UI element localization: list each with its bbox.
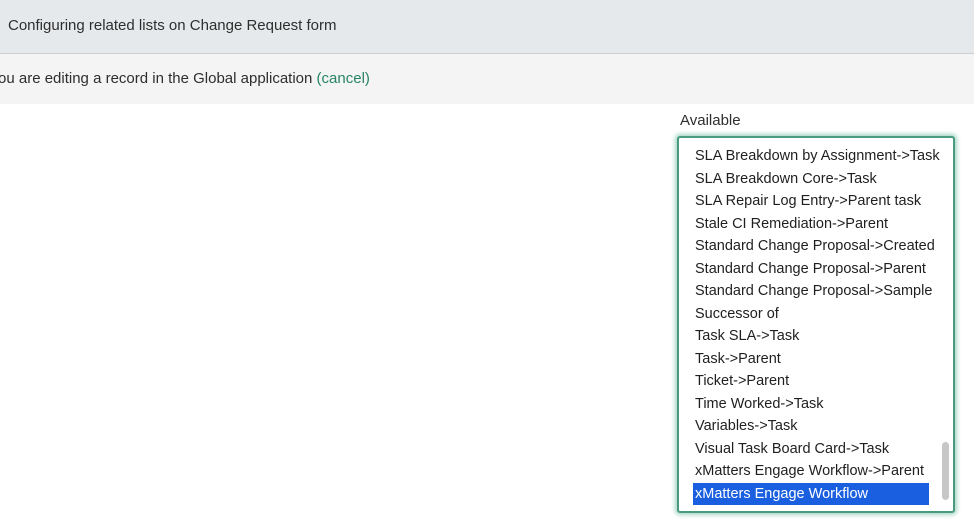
listbox-scrollbar[interactable] (942, 142, 950, 507)
list-item[interactable]: Standard Change Proposal->Created (693, 235, 944, 258)
list-item[interactable]: Ticket->Parent (693, 370, 944, 393)
list-item[interactable]: Stale CI Remediation->Parent (693, 213, 944, 236)
scrollbar-thumb[interactable] (942, 442, 949, 500)
notice-text: ou are editing a record in the Global ap… (0, 70, 317, 87)
list-item[interactable]: Standard Change Proposal->Parent (693, 258, 944, 281)
list-item[interactable]: Standard Change Proposal->Sample (693, 280, 944, 303)
list-item[interactable]: Time Worked->Task (693, 393, 944, 416)
notice-message: ou are editing a record in the Global ap… (0, 70, 370, 87)
list-item[interactable]: Successor of (693, 303, 944, 326)
list-item[interactable]: Task->Parent (693, 348, 944, 371)
list-item-selected[interactable]: xMatters Engage Workflow (693, 482, 929, 505)
available-options: SLA Breakdown by Assignment->Task SLA Br… (693, 145, 944, 505)
list-item[interactable]: Visual Task Board Card->Task (693, 438, 944, 461)
application-scope-notice: ou are editing a record in the Global ap… (0, 54, 974, 104)
page-title: Configuring related lists on Change Requ… (8, 17, 337, 34)
form-header: Configuring related lists on Change Requ… (0, 0, 974, 54)
list-item[interactable]: SLA Breakdown by Assignment->Task (693, 145, 944, 168)
list-item[interactable]: SLA Breakdown Core->Task (693, 168, 944, 191)
list-item[interactable]: Task SLA->Task (693, 325, 944, 348)
available-listbox[interactable]: SLA Breakdown by Assignment->Task SLA Br… (677, 136, 955, 513)
list-item[interactable]: SLA Repair Log Entry->Parent task (693, 190, 944, 213)
available-label: Available (680, 112, 741, 129)
list-item[interactable]: xMatters Engage Workflow->Parent (693, 460, 944, 483)
cancel-link[interactable]: (cancel) (317, 70, 370, 87)
list-item[interactable]: Variables->Task (693, 415, 944, 438)
